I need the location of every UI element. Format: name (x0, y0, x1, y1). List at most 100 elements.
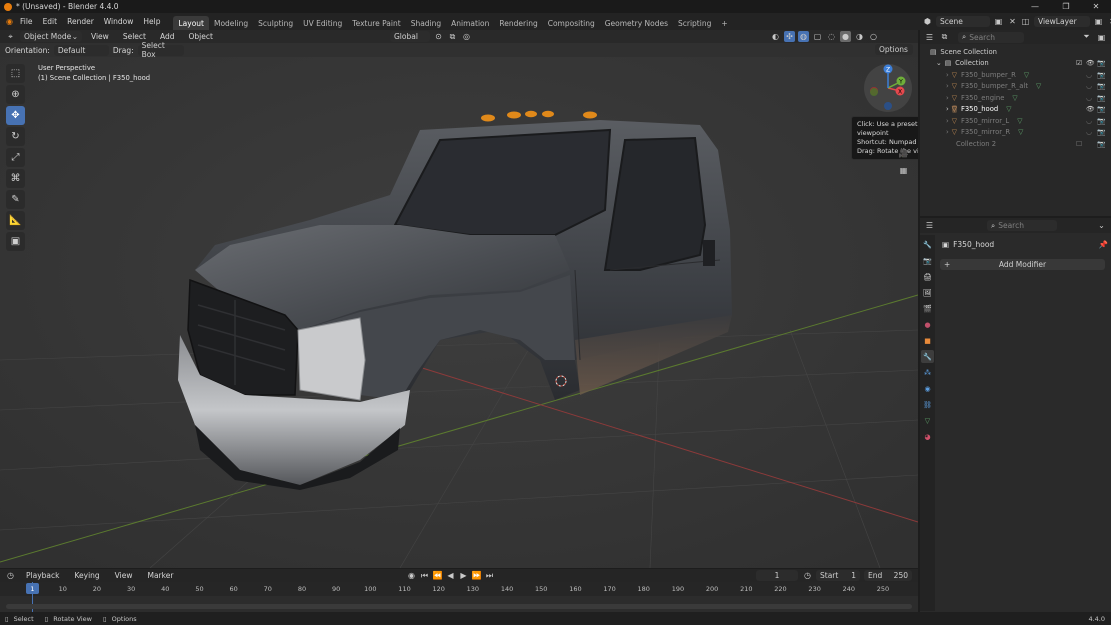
expand-arrow-icon[interactable]: ⌄ (936, 59, 942, 67)
outliner-search-input[interactable]: ⌕ Search (958, 31, 1024, 43)
move-tool-icon[interactable]: ✥ (6, 106, 25, 125)
3d-viewport[interactable]: ⌖ Object Mode ⌄ View Select Add Object G… (0, 30, 918, 568)
menu-window[interactable]: Window (99, 13, 139, 30)
select-box-tool-icon[interactable]: ⬚ (6, 64, 25, 83)
end-frame-field[interactable]: End 250 (864, 570, 912, 581)
expand-arrow-icon[interactable]: › (946, 94, 949, 102)
minimize-button[interactable]: — (1020, 0, 1050, 13)
world-tab-icon[interactable]: ● (921, 318, 934, 331)
auto-keying-icon[interactable]: ◉ (406, 570, 417, 581)
add-cube-tool-icon[interactable]: ▣ (6, 232, 25, 251)
object-mode-dropdown[interactable]: Object Mode ⌄ (20, 31, 82, 42)
menu-marker[interactable]: Marker (142, 569, 178, 582)
outliner-row-collection[interactable]: ⌄ ▤ Collection ☑ 👁 📷 (920, 58, 1111, 70)
timeline-ruler[interactable]: 1102030405060708090100110120130140150160… (0, 582, 918, 612)
hidden-eye-icon[interactable]: ◡ (1086, 117, 1092, 125)
options-dropdown[interactable]: Options (875, 44, 913, 55)
collection-checkbox[interactable]: ☑ (1076, 59, 1082, 67)
view-layer-field[interactable]: ViewLayer (1034, 16, 1090, 27)
menu-object[interactable]: Object (183, 30, 217, 43)
view-layer-tab-icon[interactable]: 🖼 (921, 286, 934, 299)
visibility-icon[interactable]: ◐ (770, 31, 781, 42)
menu-render[interactable]: Render (62, 13, 99, 30)
tab-sculpting[interactable]: Sculpting (253, 16, 298, 30)
close-button[interactable]: ✕ (1081, 0, 1111, 13)
play-reverse-icon[interactable]: ◀ (445, 570, 456, 581)
scene-tab-icon[interactable]: 🎬 (921, 302, 934, 315)
collection-checkbox[interactable]: ☐ (1076, 140, 1082, 148)
hidden-eye-icon[interactable]: ◡ (1086, 71, 1092, 79)
outliner-row-item[interactable]: › ▽ F350_bumper_R ▽ ◡ 📷 (920, 69, 1111, 81)
next-keyframe-icon[interactable]: ⏩ (471, 570, 482, 581)
tab-layout[interactable]: Layout (173, 16, 209, 30)
tab-modeling[interactable]: Modeling (209, 16, 253, 30)
maximize-button[interactable]: ❐ (1051, 0, 1081, 13)
menu-file[interactable]: File (15, 13, 38, 30)
outliner-row-item[interactable]: › ▽ F350_mirror_L ▽ ◡ 📷 (920, 115, 1111, 127)
expand-arrow-icon[interactable]: › (946, 117, 949, 125)
transform-orientation-dropdown[interactable]: Global (390, 31, 430, 42)
timeline-scrollbar[interactable] (6, 604, 912, 609)
menu-view[interactable]: View (86, 30, 114, 43)
expand-arrow-icon[interactable]: › (946, 128, 949, 136)
constraints-tab-icon[interactable]: ⛓ (921, 398, 934, 411)
expand-arrow-icon[interactable]: › (946, 71, 949, 79)
snap-icon[interactable]: ⧉ (447, 31, 458, 42)
outliner-row-item-active[interactable]: › ▽ F350_hood ▽ 👁 📷 (920, 104, 1111, 116)
outliner-editor-type-icon[interactable]: ☰ (924, 32, 935, 43)
hidden-eye-icon[interactable]: ◡ (1086, 82, 1092, 90)
physics-tab-icon[interactable]: ◉ (921, 382, 934, 395)
outliner-row-scene-collection[interactable]: ▤ Scene Collection (920, 46, 1111, 58)
new-view-layer-icon[interactable]: ▣ (1093, 16, 1104, 27)
rendered-shading-icon[interactable]: ○ (868, 31, 879, 42)
xray-icon[interactable]: ▢ (812, 31, 823, 42)
hidden-eye-icon[interactable]: ◡ (1086, 128, 1092, 136)
tab-scripting[interactable]: Scripting (673, 16, 716, 30)
tab-texture-paint[interactable]: Texture Paint (347, 16, 405, 30)
play-icon[interactable]: ▶ (458, 570, 469, 581)
solid-shading-icon[interactable]: ● (840, 31, 851, 42)
scene-name-field[interactable]: Scene (936, 16, 990, 27)
measure-tool-icon[interactable]: 📐 (6, 211, 25, 230)
jump-end-icon[interactable]: ⏭ (484, 570, 495, 581)
visibility-eye-icon[interactable]: 👁 (1086, 59, 1095, 67)
output-tab-icon[interactable]: 🖨 (921, 270, 934, 283)
new-scene-icon[interactable]: ▣ (993, 16, 1004, 27)
wireframe-shading-icon[interactable]: ◌ (826, 31, 837, 42)
render-camera-icon[interactable]: 📷 (1097, 117, 1105, 125)
render-camera-icon[interactable]: 📷 (1097, 105, 1105, 113)
prev-keyframe-icon[interactable]: ⏪ (432, 570, 443, 581)
blender-menu-icon[interactable]: ◉ (4, 16, 15, 27)
editor-type-icon[interactable]: ⌖ (5, 31, 16, 42)
tab-uv-editing[interactable]: UV Editing (298, 16, 347, 30)
viewport-canvas[interactable] (0, 30, 918, 568)
render-camera-icon[interactable]: 📷 (1097, 71, 1105, 79)
cursor-tool-icon[interactable]: ⊕ (6, 85, 25, 104)
chevron-down-icon[interactable]: ⌄ (1096, 220, 1107, 231)
tab-compositing[interactable]: Compositing (543, 16, 600, 30)
tab-geometry-nodes[interactable]: Geometry Nodes (600, 16, 673, 30)
navigation-gizmo[interactable]: Z Y X (862, 62, 914, 114)
filter-icon[interactable]: ⏷ (1081, 32, 1092, 43)
jump-start-icon[interactable]: ⏮ (419, 570, 430, 581)
object-tab-icon[interactable]: ■ (921, 334, 934, 347)
outliner-row-item[interactable]: › ▽ F350_engine ▽ ◡ 📷 (920, 92, 1111, 104)
render-camera-icon[interactable]: 📷 (1097, 140, 1105, 148)
overlay-toggle-icon[interactable]: ◍ (798, 31, 809, 42)
camera-view-icon[interactable]: 🎥 (898, 148, 909, 159)
menu-keying[interactable]: Keying (69, 569, 104, 582)
timeline-editor-type-icon[interactable]: ◷ (5, 570, 16, 581)
modifier-tab-icon[interactable]: 🔧 (921, 350, 934, 363)
orientation-dropdown[interactable]: Default (53, 44, 109, 56)
display-mode-icon[interactable]: ⧉ (939, 32, 950, 43)
pivot-point-icon[interactable]: ⊙ (433, 31, 444, 42)
outliner-row-item[interactable]: › ▽ F350_bumper_R_alt ▽ ◡ 📷 (920, 81, 1111, 93)
current-frame-field[interactable]: 1 (756, 570, 798, 581)
add-workspace-button[interactable]: + (716, 16, 732, 30)
data-tab-icon[interactable]: ▽ (921, 414, 934, 427)
outliner-row-item[interactable]: › ▽ F350_mirror_R ▽ ◡ 📷 (920, 127, 1111, 139)
tab-shading[interactable]: Shading (406, 16, 446, 30)
render-camera-icon[interactable]: 📷 (1097, 59, 1105, 67)
scale-tool-icon[interactable]: ⤢ (6, 148, 25, 167)
properties-editor-type-icon[interactable]: ☰ (924, 220, 935, 231)
